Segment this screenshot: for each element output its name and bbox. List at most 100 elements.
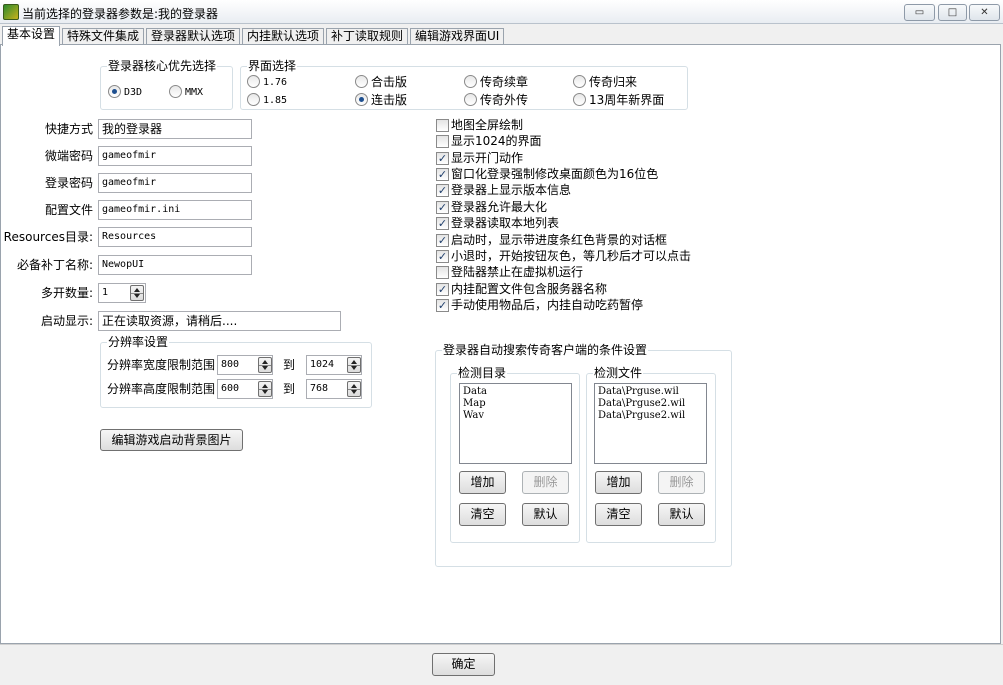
core-radio-d3d[interactable] <box>108 85 121 98</box>
option-checkbox[interactable]: ✓ <box>436 299 449 312</box>
dirs-delete-button[interactable]: 删除 <box>522 471 569 494</box>
option-checkbox-label: 小退时，开始按钮灰色，等几秒后才可以点击 <box>451 249 692 263</box>
res-height-min-spinner[interactable] <box>258 381 272 397</box>
minimize-icon: ▭ <box>914 7 925 18</box>
shortcut-input[interactable]: 我的登录器 <box>98 119 252 139</box>
tab-patch-rules[interactable]: 补丁读取规则 <box>326 28 408 45</box>
list-item[interactable]: Wav <box>463 410 568 422</box>
option-checkbox-label: 内挂配置文件包含服务器名称 <box>451 282 608 296</box>
ui-radio-xuzhang[interactable] <box>464 75 477 88</box>
restore-button[interactable]: □ <box>938 4 967 21</box>
title-bar: 当前选择的登录器参数是:我的登录器 ▭ □ ✕ <box>0 0 1003 24</box>
option-checkbox-label: 登录器读取本地列表 <box>451 216 560 230</box>
patch-name-input[interactable]: NewopUI <box>98 255 252 275</box>
ui-radio-176[interactable] <box>247 75 260 88</box>
resources-dir-input[interactable]: Resources <box>98 227 252 247</box>
restore-icon: □ <box>947 7 958 18</box>
option-checkbox-label: 启动时，显示带进度条红色背景的对话框 <box>451 233 668 247</box>
option-checkbox[interactable]: ✓ <box>436 152 449 165</box>
dirs-default-button[interactable]: 默认 <box>522 503 569 526</box>
dirs-clear-button[interactable]: 清空 <box>459 503 506 526</box>
option-checkbox-label: 地图全屏绘制 <box>451 118 524 132</box>
divider <box>0 644 1003 645</box>
ui-label-13th: 13周年新界面 <box>589 93 665 107</box>
res-width-min-spinner[interactable] <box>258 357 272 373</box>
config-file-label: 配置文件 <box>44 203 93 217</box>
option-checkbox[interactable] <box>436 119 449 132</box>
login-password-input[interactable]: gameofmir <box>98 173 252 193</box>
tab-basic-settings[interactable]: 基本设置 <box>2 26 60 46</box>
close-button[interactable]: ✕ <box>969 4 1000 21</box>
config-file-input[interactable]: gameofmir.ini <box>98 200 252 220</box>
res-width-max-spinner[interactable] <box>347 357 361 373</box>
list-item[interactable]: Data\Prguse.wil <box>598 386 703 398</box>
files-clear-button[interactable]: 清空 <box>595 503 642 526</box>
ui-select-label: 界面选择 <box>247 59 298 73</box>
minimize-button[interactable]: ▭ <box>904 4 935 21</box>
res-width-to: 到 <box>283 358 296 372</box>
close-icon: ✕ <box>980 7 989 18</box>
edit-bg-image-button[interactable]: 编辑游戏启动背景图片 <box>100 429 243 451</box>
files-label: 检测文件 <box>593 366 644 380</box>
ui-radio-guilai[interactable] <box>573 75 586 88</box>
files-add-button[interactable]: 增加 <box>595 471 642 494</box>
app-icon <box>3 4 19 20</box>
shortcut-label: 快捷方式 <box>44 122 93 136</box>
dirs-add-button[interactable]: 增加 <box>459 471 506 494</box>
core-label-d3d: D3D <box>124 87 143 98</box>
core-group-label: 登录器核心优先选择 <box>107 59 218 73</box>
res-height-max-spinner[interactable] <box>347 381 361 397</box>
option-checkbox-label: 显示1024的界面 <box>451 134 542 148</box>
dirs-label: 检测目录 <box>457 366 508 380</box>
ui-label-176: 1.76 <box>263 77 288 88</box>
core-radio-mmx[interactable] <box>169 85 182 98</box>
ok-button[interactable]: 确定 <box>432 653 495 676</box>
option-checkbox-label: 登录器允许最大化 <box>451 200 548 214</box>
option-checkbox[interactable]: ✓ <box>436 201 449 214</box>
micro-password-input[interactable]: gameofmir <box>98 146 252 166</box>
resolution-label: 分辨率设置 <box>107 335 170 349</box>
option-checkbox[interactable]: ✓ <box>436 217 449 230</box>
files-listbox[interactable]: Data\Prguse.wil Data\Prguse2.wil Data\Pr… <box>594 383 707 464</box>
option-checkbox-label: 手动使用物品后，内挂自动吃药暂停 <box>451 298 644 312</box>
tab-plugin-defaults[interactable]: 内挂默认选项 <box>242 28 324 45</box>
files-delete-button[interactable]: 删除 <box>658 471 705 494</box>
files-default-button[interactable]: 默认 <box>658 503 705 526</box>
option-checkbox[interactable] <box>436 135 449 148</box>
tab-launcher-defaults[interactable]: 登录器默认选项 <box>146 28 240 45</box>
option-checkbox[interactable]: ✓ <box>436 234 449 247</box>
multi-count-label: 多开数量: <box>40 286 93 300</box>
tab-special-files[interactable]: 特殊文件集成 <box>62 28 144 45</box>
ui-radio-lianji[interactable] <box>355 93 368 106</box>
login-password-label: 登录密码 <box>44 176 93 190</box>
list-item[interactable]: Map <box>463 398 568 410</box>
res-height-to: 到 <box>283 382 296 396</box>
list-item[interactable]: Data <box>463 386 568 398</box>
option-checkbox[interactable]: ✓ <box>436 250 449 263</box>
res-height-label: 分辨率高度限制范围 <box>107 382 216 396</box>
ui-radio-heji[interactable] <box>355 75 368 88</box>
list-item[interactable]: Data\Prguse2.wil <box>598 398 703 410</box>
startup-text-input[interactable]: 正在读取资源，请稍后.... <box>98 311 341 331</box>
ui-radio-185[interactable] <box>247 93 260 106</box>
ui-label-heji: 合击版 <box>371 75 408 89</box>
resources-dir-label: Resources目录: <box>3 230 93 244</box>
option-checkbox-label: 登陆器禁止在虚拟机运行 <box>451 265 584 279</box>
tab-strip: 基本设置 特殊文件集成 登录器默认选项 内挂默认选项 补丁读取规则 编辑游戏界面… <box>0 26 1003 46</box>
ui-label-xuzhang: 传奇续章 <box>480 75 529 89</box>
res-width-label: 分辨率宽度限制范围 <box>107 358 216 372</box>
option-checkbox[interactable]: ✓ <box>436 283 449 296</box>
tab-edit-game-ui[interactable]: 编辑游戏界面UI <box>410 28 504 45</box>
ui-radio-13th[interactable] <box>573 93 586 106</box>
option-checkbox[interactable]: ✓ <box>436 168 449 181</box>
ui-label-185: 1.85 <box>263 95 288 106</box>
ui-radio-waizhuan[interactable] <box>464 93 477 106</box>
option-checkbox[interactable]: ✓ <box>436 184 449 197</box>
multi-count-spinner[interactable] <box>130 285 144 301</box>
list-item[interactable]: Data\Prguse2.wil <box>598 410 703 422</box>
dirs-listbox[interactable]: Data Map Wav <box>459 383 572 464</box>
micro-password-label: 微端密码 <box>44 149 93 163</box>
ui-label-lianji: 连击版 <box>371 93 408 107</box>
option-checkbox-label: 窗口化登录强制修改桌面颜色为16位色 <box>451 167 659 181</box>
option-checkbox[interactable] <box>436 266 449 279</box>
